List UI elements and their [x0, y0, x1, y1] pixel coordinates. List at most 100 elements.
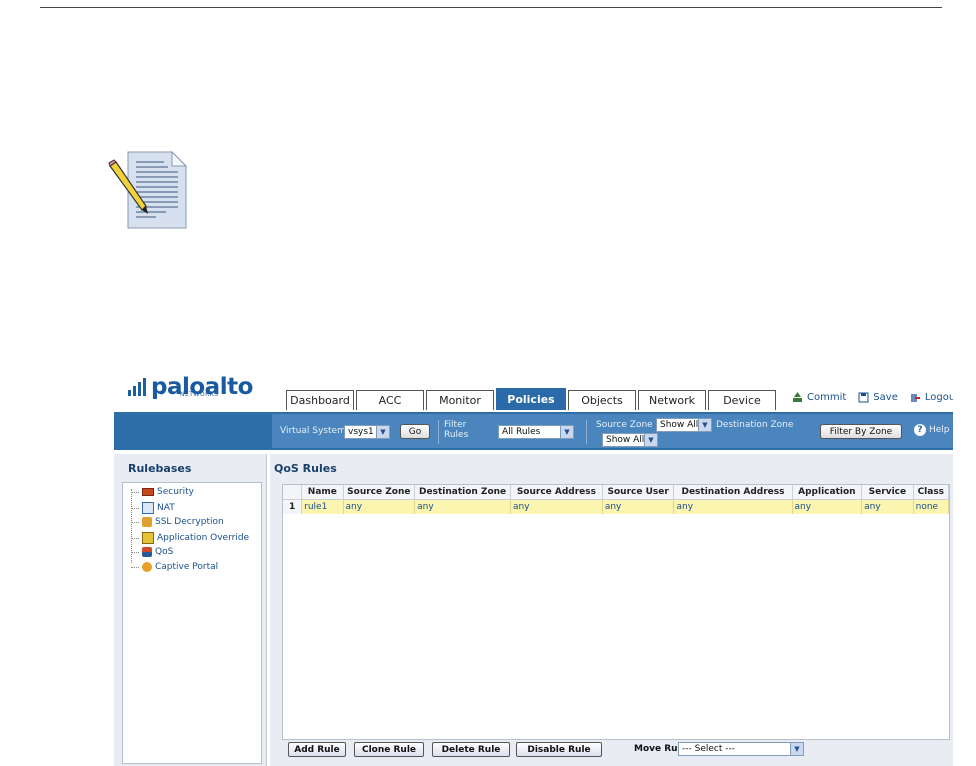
virtual-system-label: Virtual System — [280, 426, 346, 436]
filter-rules-label: Filter Rules — [444, 420, 469, 440]
chevron-down-icon: ▼ — [644, 434, 657, 446]
row-index: 1 — [283, 499, 303, 514]
qos-rules-grid: Name Source Zone Destination Zone Source… — [282, 484, 950, 740]
col-source-address[interactable]: Source Address — [510, 485, 603, 500]
toolbar-divider — [586, 420, 587, 444]
source-zone-select[interactable]: Show All ▼ — [656, 418, 712, 432]
chevron-down-icon: ▼ — [698, 419, 711, 431]
add-rule-button[interactable]: Add Rule — [288, 742, 346, 757]
ssl-icon — [142, 517, 152, 527]
chevron-down-icon: ▼ — [376, 426, 389, 438]
col-index — [283, 485, 303, 500]
cell-application: any — [792, 499, 863, 514]
table-row[interactable]: 1 rule1 any any any any any any any none — [283, 499, 950, 514]
toolbar: Virtual System vsys1 ▼ Go Filter Rules A… — [114, 412, 953, 450]
panos-web-ui: paloalto NETWORKS Dashboard ACC Monitor … — [112, 368, 953, 766]
logo-bars-icon — [128, 378, 146, 396]
sidebar-item-qos[interactable]: QoS — [131, 547, 173, 557]
tab-objects[interactable]: Objects — [568, 390, 636, 410]
filter-rules-value: All Rules — [502, 427, 541, 437]
captive-portal-icon — [142, 562, 152, 572]
toolbar-divider — [438, 420, 439, 444]
save-button[interactable]: Save — [858, 392, 898, 403]
logout-icon — [910, 394, 920, 402]
filter-rules-select[interactable]: All Rules ▼ — [498, 425, 574, 439]
sidebar-item-nat[interactable]: NAT — [131, 502, 175, 514]
rulebases-title: Rulebases — [128, 462, 192, 475]
chevron-down-icon: ▼ — [790, 743, 803, 755]
commit-button[interactable]: Commit — [792, 392, 846, 403]
sidebar-item-security[interactable]: Security — [131, 487, 194, 497]
disable-rule-button[interactable]: Disable Rule — [516, 742, 602, 757]
col-name[interactable]: Name — [301, 485, 344, 500]
save-icon — [858, 392, 869, 403]
sidebar-item-label: QoS — [155, 547, 174, 557]
app-override-icon — [142, 532, 154, 544]
sidebar-item-captive-portal[interactable]: Captive Portal — [131, 562, 218, 572]
destination-zone-value: Show All — [606, 435, 645, 445]
qos-icon — [142, 547, 152, 557]
page-title: QoS Rules — [274, 462, 337, 475]
nat-icon — [142, 502, 154, 514]
cell-class: none — [913, 499, 950, 514]
tab-network[interactable]: Network — [638, 390, 706, 410]
sidebar-item-label: Application Override — [157, 533, 250, 543]
cell-destination-zone: any — [414, 499, 512, 514]
col-application[interactable]: Application — [792, 485, 863, 500]
help-label: Help — [929, 425, 950, 435]
security-icon — [142, 488, 154, 496]
toolbar-filters: Virtual System vsys1 ▼ Go Filter Rules A… — [272, 414, 953, 448]
help-button[interactable]: ? Help — [914, 424, 950, 436]
tab-monitor[interactable]: Monitor — [426, 390, 494, 410]
destination-zone-label: Destination Zone — [716, 420, 794, 430]
virtual-system-value: vsys1 — [348, 427, 374, 437]
rulebases-pane: Rulebases Security NAT SSL Decryption Ap… — [114, 454, 267, 766]
tab-acc[interactable]: ACC — [356, 390, 424, 410]
sidebar-item-label: Captive Portal — [155, 562, 219, 572]
cell-source-address: any — [510, 499, 603, 514]
move-rule-select[interactable]: --- Select --- ▼ — [678, 742, 804, 756]
logo-subtitle: NETWORKS — [180, 391, 219, 398]
sidebar-item-label: NAT — [157, 503, 175, 513]
commit-label: Commit — [807, 392, 847, 403]
page-top-rule — [40, 7, 942, 8]
col-source-user[interactable]: Source User — [602, 485, 675, 500]
move-rule-value: --- Select --- — [682, 744, 735, 754]
tab-policies[interactable]: Policies — [496, 388, 566, 410]
rulebases-tree: Security NAT SSL Decryption Application … — [122, 482, 262, 764]
sidebar-item-label: SSL Decryption — [155, 517, 224, 527]
sidebar-item-ssl-decryption[interactable]: SSL Decryption — [131, 517, 224, 527]
qos-rules-pane: QoS Rules Name Source Zone Destination Z… — [270, 454, 953, 766]
virtual-system-select[interactable]: vsys1 ▼ — [344, 425, 390, 439]
destination-zone-select[interactable]: Show All ▼ — [602, 433, 658, 447]
logout-button[interactable]: Logout — [910, 392, 953, 403]
commit-icon — [793, 392, 802, 402]
col-source-zone[interactable]: Source Zone — [343, 485, 416, 500]
help-icon: ? — [914, 424, 926, 436]
clone-rule-button[interactable]: Clone Rule — [354, 742, 424, 757]
note-icon — [108, 150, 188, 229]
sidebar-item-label: Security — [157, 487, 194, 497]
cell-destination-address: any — [673, 499, 793, 514]
cell-name[interactable]: rule1 — [301, 499, 344, 514]
table-header-row: Name Source Zone Destination Zone Source… — [283, 485, 950, 500]
col-destination-zone[interactable]: Destination Zone — [414, 485, 512, 500]
sidebar-item-application-override[interactable]: Application Override — [131, 532, 249, 544]
save-label: Save — [873, 392, 898, 403]
qos-rules-table: Name Source Zone Destination Zone Source… — [283, 485, 950, 514]
filter-by-zone-button[interactable]: Filter By Zone — [820, 424, 902, 439]
tab-device[interactable]: Device — [708, 390, 776, 410]
source-zone-value: Show All — [660, 420, 699, 430]
cell-source-zone: any — [343, 499, 416, 514]
chevron-down-icon: ▼ — [560, 426, 573, 438]
main-tabs: Dashboard ACC Monitor Policies Objects N… — [286, 388, 778, 410]
source-zone-label: Source Zone — [596, 420, 653, 430]
top-actions: Commit Save Logout — [792, 392, 953, 403]
col-class[interactable]: Class — [913, 485, 950, 500]
delete-rule-button[interactable]: Delete Rule — [432, 742, 510, 757]
col-destination-address[interactable]: Destination Address — [673, 485, 793, 500]
cell-source-user: any — [602, 499, 675, 514]
tab-dashboard[interactable]: Dashboard — [286, 390, 354, 410]
go-button[interactable]: Go — [400, 424, 430, 439]
col-service[interactable]: Service — [861, 485, 914, 500]
